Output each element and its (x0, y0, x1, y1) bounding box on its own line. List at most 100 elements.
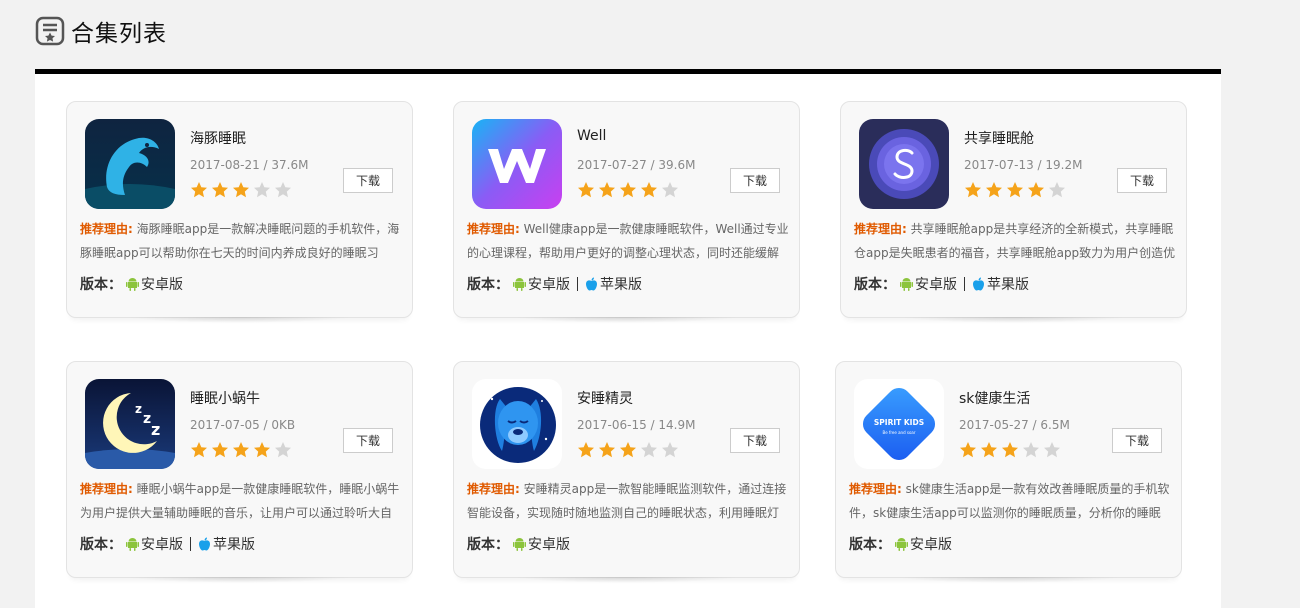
star-empty-icon (275, 182, 291, 198)
app-name[interactable]: Well (577, 128, 606, 144)
star-filled-icon (599, 182, 615, 198)
star-empty-icon (275, 442, 291, 458)
app-meta: 2017-05-27 / 6.5M (959, 418, 1070, 432)
star-empty-icon (1023, 442, 1039, 458)
app-meta: 2017-08-21 / 37.6M (190, 158, 309, 172)
recommend-reason: 推荐理由: sk健康生活app是一款有效改善睡眠质量的手机软件，sk健康生活ap… (849, 477, 1171, 525)
app-name[interactable]: 安睡精灵 (577, 388, 633, 408)
android-icon (900, 278, 913, 291)
well-w-icon[interactable] (472, 119, 562, 209)
ios-label: 苹果版 (213, 537, 255, 553)
version-separator (577, 277, 578, 291)
star-filled-icon (965, 182, 981, 198)
star-filled-icon (254, 442, 270, 458)
star-empty-icon (641, 442, 657, 458)
version-separator (190, 537, 191, 551)
star-empty-icon (662, 442, 678, 458)
version-label: 版本： (849, 537, 891, 553)
app-meta: 2017-07-05 / 0KB (190, 418, 296, 432)
app-name[interactable]: sk健康生活 (959, 388, 1030, 408)
star-filled-icon (233, 442, 249, 458)
star-filled-icon (212, 182, 228, 198)
spirit-kids-logo-subtext: Be free and soar (882, 430, 915, 435)
star-empty-icon (254, 182, 270, 198)
star-filled-icon (641, 182, 657, 198)
android-label: 安卓版 (141, 537, 183, 553)
download-button[interactable]: 下载 (730, 168, 780, 193)
download-button[interactable]: 下载 (343, 428, 393, 453)
reason-label: 推荐理由: (80, 482, 133, 496)
android-label: 安卓版 (141, 277, 183, 293)
rating-stars (577, 441, 682, 459)
download-button[interactable]: 下载 (343, 168, 393, 193)
app-name[interactable]: 共享睡眠舱 (964, 128, 1034, 148)
android-version-link[interactable]: 安卓版 (126, 534, 183, 554)
recommend-reason: 推荐理由: 睡眠小蜗牛app是一款健康睡眠软件，睡眠小蜗牛为用户提供大量辅助睡眠… (80, 477, 402, 525)
app-card-sleep-snail[interactable]: z z z 睡眠小蜗牛 2017-07-05 / 0KB 下载 推荐理由: 睡眠… (66, 361, 413, 583)
android-icon (513, 278, 526, 291)
app-card-sk-healthy-life[interactable]: SPIRIT KIDS Be free and soar sk健康生活 2017… (835, 361, 1182, 583)
rating-stars (964, 181, 1069, 199)
star-filled-icon (1002, 442, 1018, 458)
version-row: 版本： 安卓版 (80, 274, 183, 294)
app-card-well[interactable]: Well 2017-07-27 / 39.6M 下载 推荐理由: Well健康a… (453, 101, 800, 323)
star-filled-icon (620, 182, 636, 198)
s-circle-icon[interactable] (859, 119, 949, 209)
app-card-dolphin-sleep[interactable]: 海豚睡眠 2017-08-21 / 37.6M 下载 推荐理由: 海豚睡眠app… (66, 101, 413, 323)
svg-text:z: z (143, 411, 151, 427)
star-filled-icon (1028, 182, 1044, 198)
version-row: 版本： 安卓版 苹果版 (467, 274, 642, 294)
android-version-link[interactable]: 安卓版 (895, 534, 952, 554)
recommend-reason: 推荐理由: 共享睡眠舱app是共享经济的全新模式，共享睡眠仓app是失眠患者的福… (854, 217, 1176, 265)
version-row: 版本： 安卓版 苹果版 (854, 274, 1029, 294)
spirit-kids-logo-text: SPIRIT KIDS (874, 418, 924, 427)
star-empty-icon (662, 182, 678, 198)
app-meta: 2017-06-15 / 14.9M (577, 418, 696, 432)
recommend-reason: 推荐理由: Well健康app是一款健康睡眠软件，Well通过专业的心理课程，帮… (467, 217, 789, 265)
star-filled-icon (620, 442, 636, 458)
app-name[interactable]: 睡眠小蜗牛 (190, 388, 260, 408)
download-button[interactable]: 下载 (1117, 168, 1167, 193)
version-label: 版本： (467, 277, 509, 293)
star-filled-icon (981, 442, 997, 458)
android-label: 安卓版 (910, 537, 952, 553)
app-name[interactable]: 海豚睡眠 (190, 128, 246, 148)
ios-version-link[interactable]: 苹果版 (198, 534, 255, 554)
version-separator (964, 277, 965, 291)
version-row: 版本： 安卓版 (849, 534, 952, 554)
reason-label: 推荐理由: (467, 482, 520, 496)
star-filled-icon (191, 442, 207, 458)
rating-stars (190, 181, 295, 199)
android-icon (126, 278, 139, 291)
download-button[interactable]: 下载 (730, 428, 780, 453)
android-version-link[interactable]: 安卓版 (900, 274, 957, 294)
app-card-sleep-spirit[interactable]: 安睡精灵 2017-06-15 / 14.9M 下载 推荐理由: 安睡精灵app… (453, 361, 800, 583)
ios-version-link[interactable]: 苹果版 (972, 274, 1029, 294)
android-label: 安卓版 (528, 277, 570, 293)
android-version-link[interactable]: 安卓版 (126, 274, 183, 294)
svg-text:z: z (135, 402, 142, 416)
android-version-link[interactable]: 安卓版 (513, 274, 570, 294)
reason-label: 推荐理由: (854, 222, 907, 236)
star-filled-icon (233, 182, 249, 198)
reason-label: 推荐理由: (80, 222, 133, 236)
spirit-kids-icon[interactable]: SPIRIT KIDS Be free and soar (854, 379, 944, 469)
app-card-shared-sleep-pod[interactable]: 共享睡眠舱 2017-07-13 / 19.2M 下载 推荐理由: 共享睡眠舱a… (840, 101, 1187, 323)
version-label: 版本： (80, 277, 122, 293)
android-label: 安卓版 (528, 537, 570, 553)
star-filled-icon (578, 182, 594, 198)
moon-zzz-icon[interactable]: z z z (85, 379, 175, 469)
android-version-link[interactable]: 安卓版 (513, 534, 570, 554)
download-button[interactable]: 下载 (1112, 428, 1162, 453)
app-meta: 2017-07-27 / 39.6M (577, 158, 696, 172)
rating-stars (577, 181, 682, 199)
sleeping-dog-icon[interactable] (472, 379, 562, 469)
star-filled-icon (578, 442, 594, 458)
apple-icon (586, 277, 597, 291)
ios-version-link[interactable]: 苹果版 (585, 274, 642, 294)
dolphin-icon[interactable] (85, 119, 175, 209)
page-header: 合集列表 (35, 14, 167, 48)
apple-icon (973, 277, 984, 291)
collection-list-icon (35, 16, 65, 46)
app-meta: 2017-07-13 / 19.2M (964, 158, 1083, 172)
